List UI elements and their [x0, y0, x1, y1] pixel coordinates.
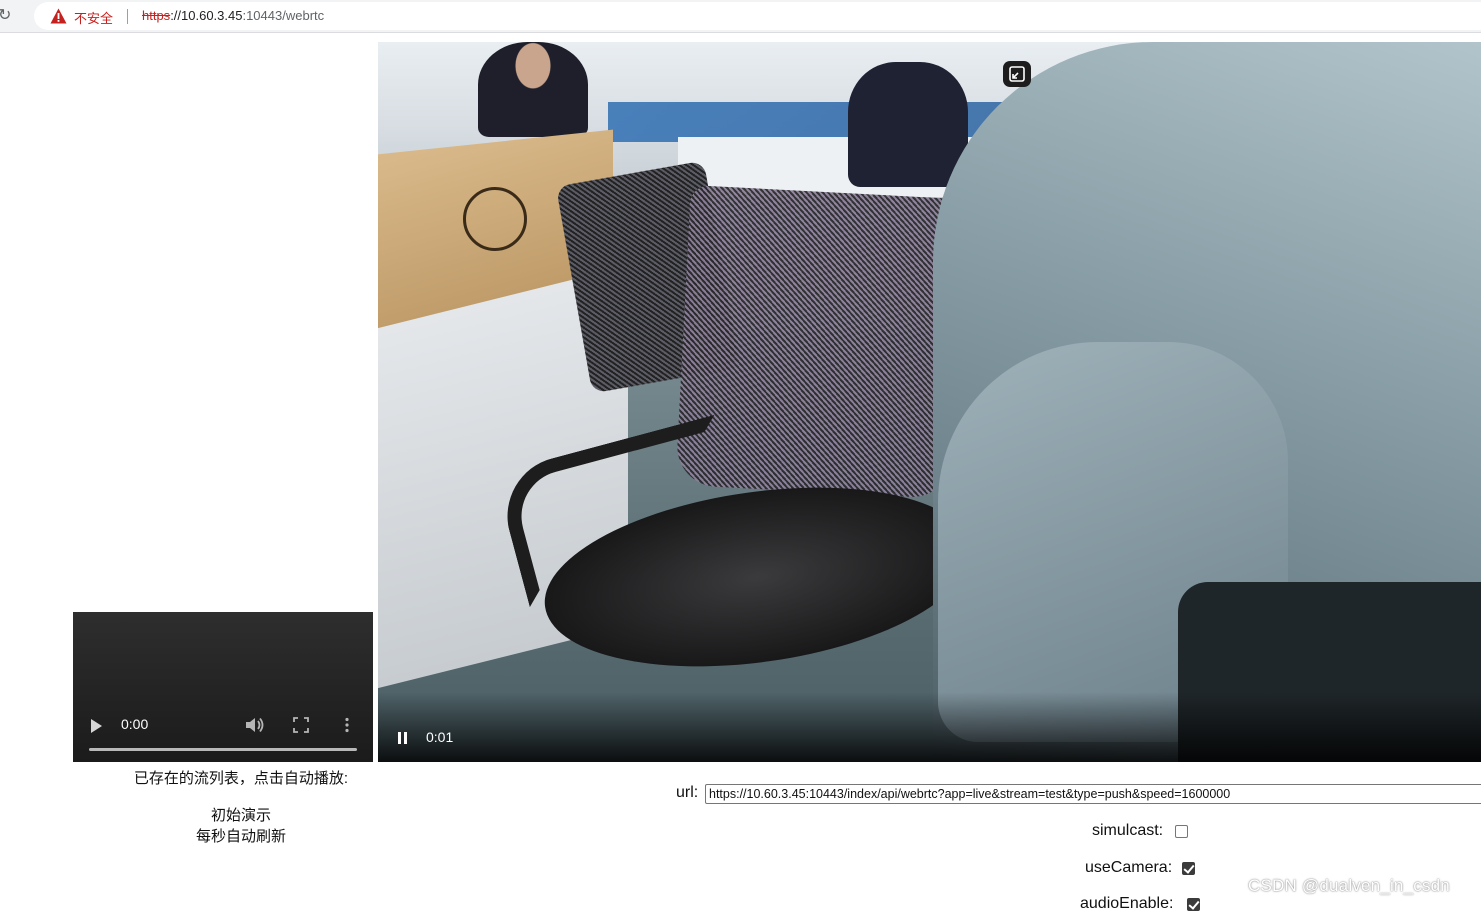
url-scheme: https: [142, 8, 171, 23]
divider: [127, 9, 128, 24]
reload-icon[interactable]: ↻: [0, 5, 18, 25]
video-time: 0:01: [426, 729, 454, 745]
url-label: url:: [676, 784, 699, 801]
local-video-player[interactable]: 0:00: [73, 612, 373, 762]
stream-list-item[interactable]: 初始演示: [73, 804, 409, 825]
video-frame-person: [848, 62, 968, 187]
warning-icon[interactable]: [50, 8, 67, 24]
video-time: 0:00: [121, 716, 149, 732]
volume-icon[interactable]: [245, 716, 265, 734]
url-host: ://10.60.3.45: [170, 8, 243, 23]
url-input[interactable]: [705, 784, 1481, 804]
simulcast-label: simulcast:: [1092, 822, 1164, 839]
use-camera-checkbox[interactable]: [1182, 862, 1195, 875]
more-options-icon[interactable]: [341, 717, 353, 733]
use-camera-label: useCamera:: [1085, 859, 1173, 876]
url-path: :10443/webrtc: [242, 8, 325, 23]
browser-address-bar: ↻ 不安全 https://10.60.3.45:10443/webrtc: [0, 0, 1481, 33]
video-controls-shade: [378, 692, 1481, 762]
address-url[interactable]: https://10.60.3.45:10443/webrtc: [142, 8, 324, 23]
play-icon[interactable]: [91, 719, 102, 733]
fullscreen-icon[interactable]: [293, 717, 309, 733]
security-status-label[interactable]: 不安全: [74, 8, 113, 27]
progress-track[interactable]: [89, 748, 357, 751]
omnibox[interactable]: 不安全 https://10.60.3.45:10443/webrtc: [34, 2, 1481, 30]
auto-refresh-note: 每秒自动刷新: [195, 828, 286, 845]
pause-icon[interactable]: [398, 732, 408, 744]
video-frame-person: [478, 42, 588, 137]
stream-list-label: 已存在的流列表，点击自动播放:: [133, 770, 349, 787]
picture-in-picture-button[interactable]: [1003, 61, 1031, 87]
watermark: CSDN @dualven_in_csdn: [1248, 876, 1450, 895]
picture-in-picture-icon: [1009, 66, 1025, 82]
simulcast-checkbox[interactable]: [1175, 825, 1188, 838]
video-controls: 0:00: [73, 710, 373, 762]
audio-enable-label: audioEnable:: [1080, 895, 1174, 912]
video-frame-logo: [463, 187, 527, 251]
remote-video-player[interactable]: 0:01: [378, 42, 1481, 762]
